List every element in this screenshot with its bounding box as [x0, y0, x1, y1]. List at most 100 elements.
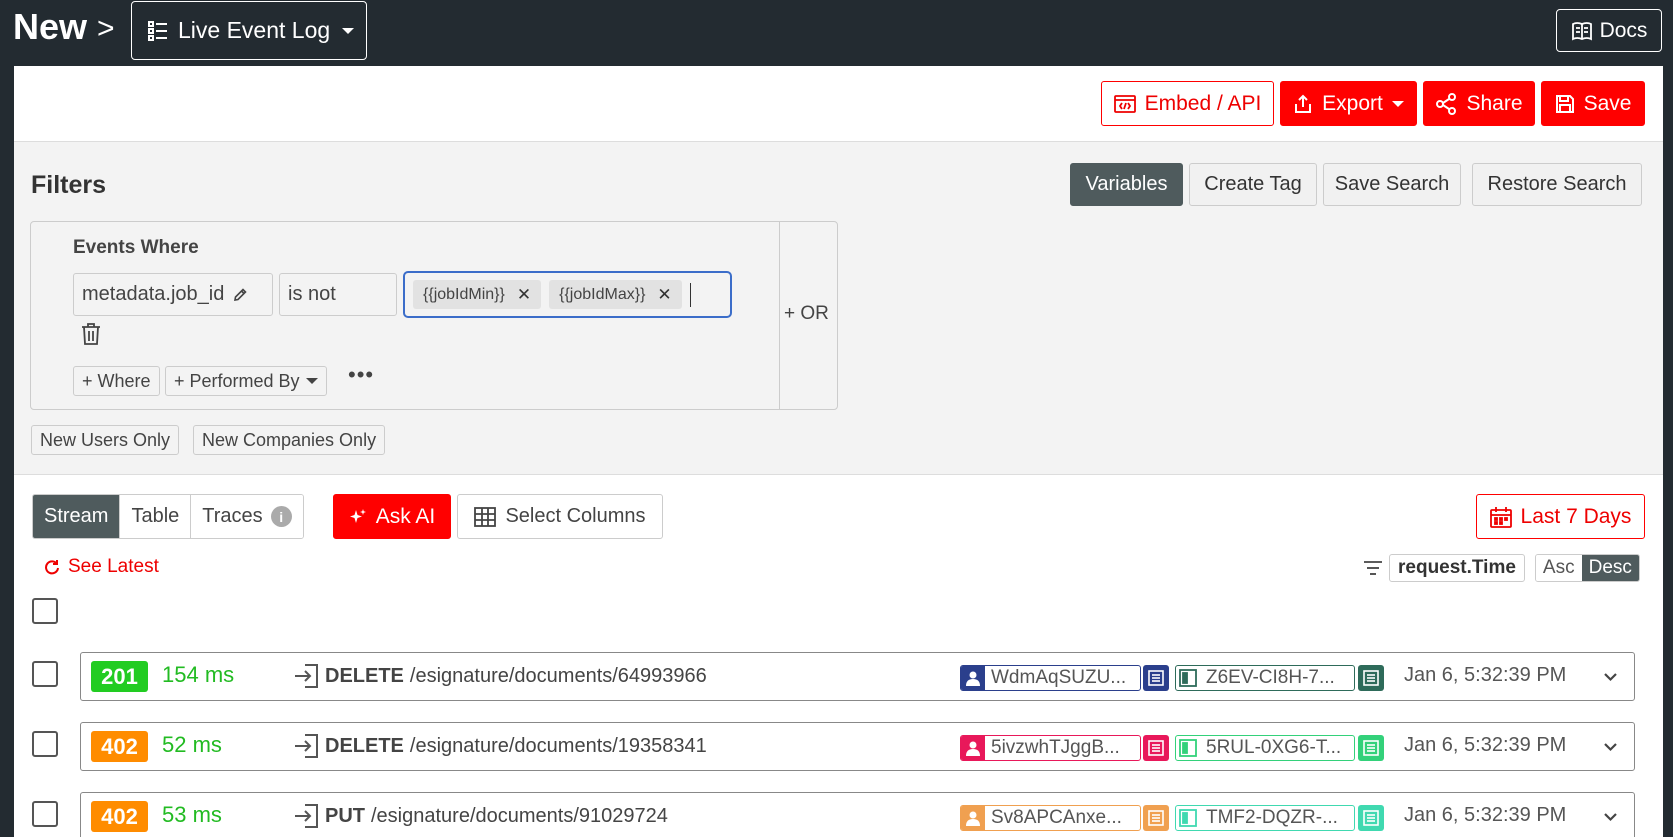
new-companies-only-button[interactable]: New Companies Only [193, 425, 386, 455]
share-icon [1436, 92, 1457, 115]
value-chip: {{jobIdMax}} ✕ [549, 280, 682, 309]
row-checkbox[interactable] [32, 661, 58, 687]
company-details-icon[interactable] [1358, 665, 1384, 691]
close-icon[interactable]: ✕ [517, 285, 531, 305]
add-performed-by-label: + Performed By [174, 370, 300, 391]
share-button[interactable]: Share [1423, 81, 1535, 126]
user-details-icon[interactable] [1143, 665, 1169, 691]
incoming-request-icon [295, 734, 318, 758]
pencil-icon [234, 287, 247, 301]
request-path: /esignature/documents/19358341 [409, 734, 707, 757]
add-performed-by-button[interactable]: + Performed By [165, 366, 327, 396]
export-button[interactable]: Export [1280, 81, 1417, 126]
tab-traces[interactable]: Traces i [191, 495, 303, 538]
more-options-icon[interactable]: ••• [348, 362, 374, 388]
request-line: DELETE /esignature/documents/19358341 [293, 733, 707, 759]
filter-operator-selector[interactable]: is not [279, 273, 397, 316]
sort-controls: request.Time Asc Desc [1363, 554, 1640, 582]
value-chip-label: {{jobIdMin}} [423, 285, 505, 303]
restore-search-button[interactable]: Restore Search [1472, 163, 1642, 206]
select-columns-button[interactable]: Select Columns [457, 494, 663, 539]
trash-icon[interactable] [81, 322, 101, 346]
company-id: Z6EV-CI8H-7... [1206, 667, 1335, 688]
event-row[interactable]: 201 154 ms DELETE /esignature/documents/… [80, 652, 1635, 701]
add-where-button[interactable]: + Where [73, 366, 160, 396]
book-icon [1571, 21, 1592, 40]
company-icon [1176, 806, 1200, 830]
company-pill[interactable]: 5RUL-0XG6-T... [1175, 735, 1355, 761]
ask-ai-button[interactable]: Ask AI [333, 494, 451, 539]
company-id: 5RUL-0XG6-T... [1206, 737, 1342, 758]
see-latest-button[interactable]: See Latest [44, 556, 159, 578]
save-label: Save [1583, 91, 1632, 115]
see-latest-label: See Latest [68, 556, 159, 577]
calendar-icon [1489, 506, 1512, 528]
user-details-icon[interactable] [1143, 805, 1169, 831]
row-checkbox[interactable] [32, 731, 58, 757]
company-icon [1176, 736, 1200, 760]
create-tag-button[interactable]: Create Tag [1189, 163, 1317, 206]
filter-values-input[interactable]: {{jobIdMin}} ✕ {{jobIdMax}} ✕ [403, 271, 732, 318]
new-users-only-button[interactable]: New Users Only [31, 425, 180, 455]
event-row[interactable]: 402 52 ms DELETE /esignature/documents/1… [80, 722, 1635, 771]
request-line: DELETE /esignature/documents/64993966 [293, 663, 707, 689]
view-mode-switcher: Stream Table Traces i [32, 494, 304, 539]
row-checkbox[interactable] [32, 801, 58, 827]
export-label: Export [1322, 91, 1383, 115]
company-pill[interactable]: Z6EV-CI8H-7... [1175, 665, 1355, 691]
sort-field-selector[interactable]: request.Time [1389, 554, 1525, 582]
filter-field-selector[interactable]: metadata.job_id [73, 273, 273, 316]
company-details-icon[interactable] [1358, 735, 1384, 761]
company-details-icon[interactable] [1358, 805, 1384, 831]
sort-asc-button[interactable]: Asc [1535, 555, 1582, 581]
docs-label: Docs [1599, 18, 1648, 42]
chevron-down-icon[interactable] [1604, 810, 1617, 823]
add-or-button[interactable]: + OR [784, 303, 829, 325]
view-selector-dropdown[interactable]: Live Event Log [131, 1, 367, 60]
incoming-request-icon [295, 664, 318, 688]
events-where-label: Events Where [73, 237, 199, 258]
chevron-down-icon[interactable] [1604, 740, 1617, 753]
incoming-request-icon [295, 804, 318, 828]
company-pill[interactable]: TMF2-DQZR-... [1175, 805, 1355, 831]
ask-ai-label: Ask AI [375, 504, 436, 528]
close-icon[interactable]: ✕ [657, 285, 671, 305]
request-path: /esignature/documents/64993966 [409, 664, 707, 687]
tab-traces-label: Traces [202, 505, 263, 527]
http-method: PUT [325, 804, 365, 827]
tab-stream[interactable]: Stream [33, 495, 121, 538]
event-row[interactable]: 402 53 ms PUT /esignature/documents/9102… [80, 792, 1635, 837]
user-icon [961, 736, 985, 760]
action-bar: Embed / API Export Share Save [14, 66, 1663, 142]
user-details-icon[interactable] [1143, 735, 1169, 761]
date-range-button[interactable]: Last 7 Days [1476, 494, 1645, 539]
filter-operator-value: is not [288, 283, 336, 305]
user-pill[interactable]: Sv8APCAnxe... [960, 805, 1141, 831]
breadcrumb-root[interactable]: New [13, 6, 87, 48]
table-icon [474, 506, 497, 527]
save-button[interactable]: Save [1541, 81, 1645, 126]
filter-group: Events Where metadata.job_id is not {{jo… [30, 221, 838, 410]
tab-table[interactable]: Table [120, 495, 192, 538]
embed-api-button[interactable]: Embed / API [1101, 81, 1274, 126]
status-badge: 402 [91, 801, 148, 832]
chevron-down-icon[interactable] [1604, 670, 1617, 683]
chevron-down-icon [342, 27, 355, 34]
upload-icon [1295, 94, 1312, 113]
sort-desc-button[interactable]: Desc [1581, 555, 1639, 581]
breadcrumb-separator: > [97, 12, 115, 45]
docs-button[interactable]: Docs [1556, 9, 1662, 52]
variables-button[interactable]: Variables [1070, 163, 1183, 206]
http-method: DELETE [325, 664, 404, 687]
sparkle-icon [349, 508, 366, 523]
company-icon [1176, 666, 1200, 690]
event-timestamp: Jan 6, 5:32:39 PM [1404, 804, 1567, 826]
user-pill[interactable]: 5ivzwhTJggB... [960, 735, 1141, 761]
filter-lines-icon [1364, 561, 1382, 575]
save-search-button[interactable]: Save Search [1323, 163, 1461, 206]
select-all-checkbox[interactable] [32, 598, 58, 624]
share-label: Share [1466, 91, 1523, 115]
status-badge: 201 [91, 661, 148, 692]
user-pill[interactable]: WdmAqSUZU... [960, 665, 1141, 691]
event-timestamp: Jan 6, 5:32:39 PM [1404, 734, 1567, 756]
